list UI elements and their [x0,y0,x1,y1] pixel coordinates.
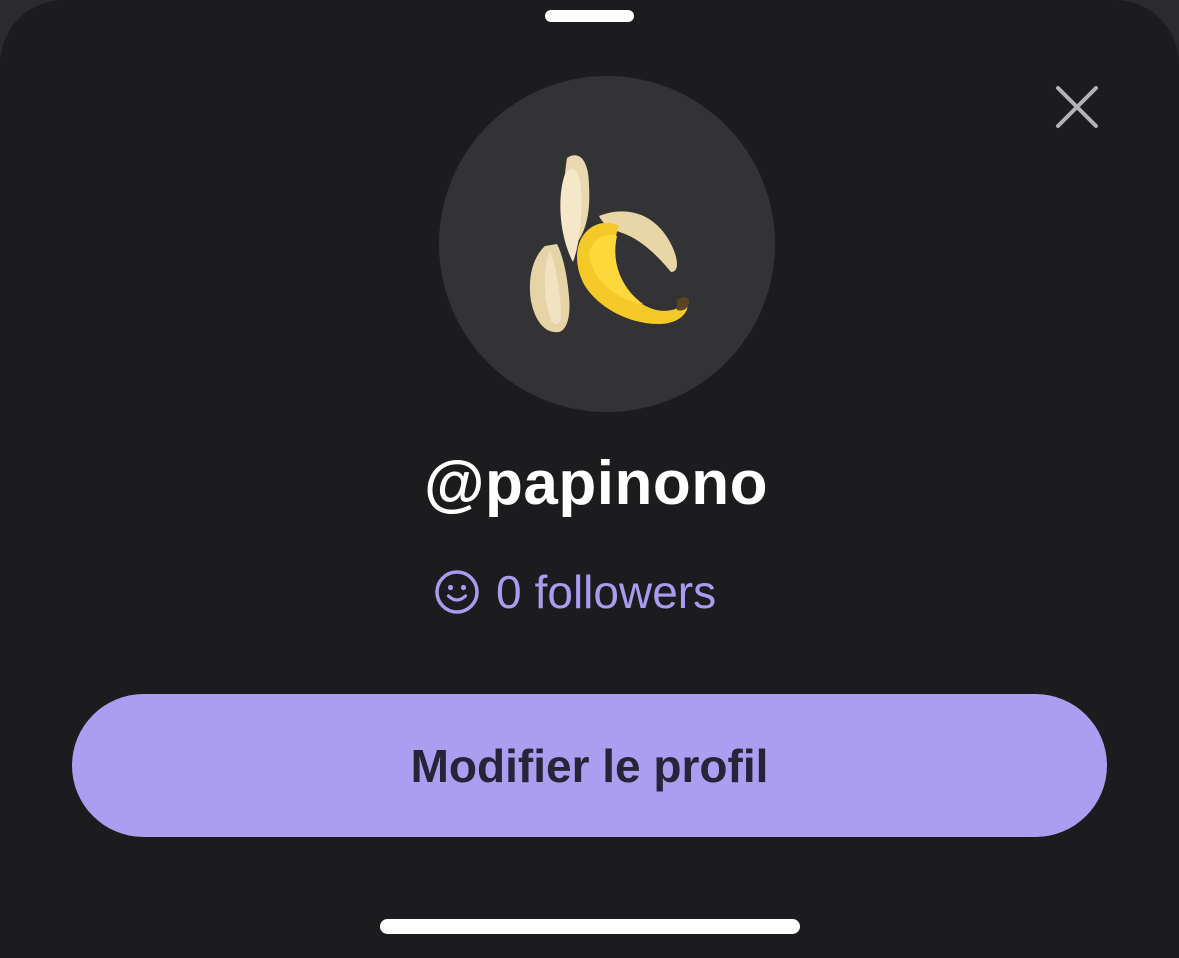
home-indicator [380,919,800,934]
banana-icon [529,155,689,333]
followers-count: 0 [496,566,522,618]
sheet-grabber[interactable] [545,10,634,22]
avatar[interactable] [439,76,775,412]
close-button[interactable] [1052,82,1102,132]
edit-profile-button[interactable]: Modifier le profil [72,694,1107,837]
close-icon [1056,86,1098,128]
smiley-icon [435,570,479,614]
followers-label: followers [534,566,717,618]
edit-profile-label: Modifier le profil [410,739,769,792]
followers-link[interactable]: 0 followers [434,562,716,622]
profile-sheet: @papinono 0 followers Modifier le profil [0,0,1179,958]
username-label: @papinono [424,449,768,518]
